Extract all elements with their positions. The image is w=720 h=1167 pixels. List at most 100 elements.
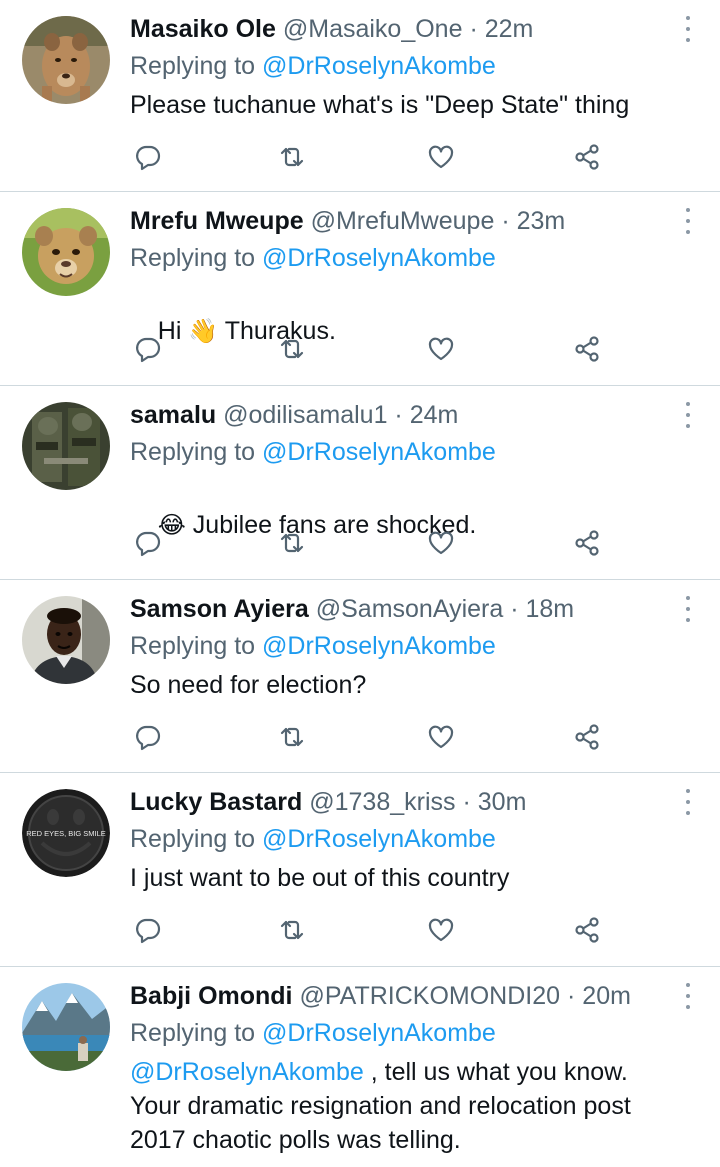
- share-nodes-icon[interactable]: [572, 334, 602, 364]
- avatar[interactable]: RED EYES, BIG SMILE: [22, 789, 110, 877]
- display-name[interactable]: samalu: [130, 401, 216, 429]
- tweet-header: Lucky Bastard @1738_kriss · 30m: [130, 785, 526, 819]
- retweet-arrows-icon[interactable]: [277, 722, 307, 752]
- lion-cub-avatar-image: [22, 208, 110, 296]
- soldier-avatar-image: [22, 402, 110, 490]
- vertical-ellipsis-icon[interactable]: [684, 789, 692, 815]
- replying-prefix: Replying to: [130, 244, 256, 272]
- replying-to: Replying to @DrRoselynAkombe: [130, 435, 496, 469]
- separator-dot: ·: [469, 15, 478, 43]
- share-nodes-icon[interactable]: [572, 722, 602, 752]
- avatar-text: RED EYES, BIG SMILE: [26, 829, 106, 838]
- comment-bubble-icon[interactable]: [133, 334, 163, 364]
- replying-to: Replying to @DrRoselynAkombe: [130, 49, 496, 83]
- user-handle[interactable]: @odilisamalu1: [223, 401, 387, 429]
- vertical-ellipsis-icon[interactable]: [684, 402, 692, 428]
- avatar[interactable]: [22, 596, 110, 684]
- user-handle[interactable]: @MrefuMweupe: [311, 207, 495, 235]
- heart-icon[interactable]: [426, 142, 456, 172]
- replying-prefix: Replying to: [130, 438, 256, 466]
- vertical-ellipsis-icon[interactable]: [684, 16, 692, 42]
- tweet-text: Please tuchanue what's is "Deep State" t…: [130, 88, 700, 122]
- timestamp[interactable]: 23m: [517, 207, 566, 235]
- heart-icon[interactable]: [426, 722, 456, 752]
- separator-dot: ·: [501, 207, 510, 235]
- comment-bubble-icon[interactable]: [133, 528, 163, 558]
- tweet[interactable]: Samson Ayiera @SamsonAyiera · 18m Replyi…: [0, 580, 720, 773]
- tweet-text-content: Please tuchanue what's is "Deep State" t…: [130, 91, 630, 119]
- tweet-text-line2: Your dramatic resignation and relocation…: [130, 1092, 631, 1120]
- separator-dot: ·: [510, 595, 519, 623]
- replying-mention-link[interactable]: @DrRoselynAkombe: [262, 52, 496, 80]
- retweet-arrows-icon[interactable]: [277, 528, 307, 558]
- user-handle[interactable]: @SamsonAyiera: [316, 595, 504, 623]
- mountain-lake-avatar-image: [22, 983, 110, 1071]
- display-name[interactable]: Babji Omondi: [130, 982, 293, 1010]
- tweet-text: I just want to be out of this country: [130, 861, 700, 895]
- tweet-text-content: So need for election?: [130, 671, 367, 699]
- avatar[interactable]: [22, 16, 110, 104]
- person-avatar-image: [22, 596, 110, 684]
- tweet[interactable]: samalu @odilisamalu1 · 24m Replying to @…: [0, 386, 720, 580]
- user-handle[interactable]: @Masaiko_One: [283, 15, 463, 43]
- timestamp[interactable]: 18m: [525, 595, 574, 623]
- replying-to: Replying to @DrRoselynAkombe: [130, 241, 496, 275]
- tweet-header: Mrefu Mweupe @MrefuMweupe · 23m: [130, 204, 565, 238]
- replying-prefix: Replying to: [130, 825, 256, 853]
- display-name[interactable]: Samson Ayiera: [130, 595, 309, 623]
- user-handle[interactable]: @1738_kriss: [309, 788, 455, 816]
- separator-dot: ·: [394, 401, 403, 429]
- display-name[interactable]: Mrefu Mweupe: [130, 207, 304, 235]
- timestamp[interactable]: 30m: [478, 788, 527, 816]
- tweet-text-line1: , tell us what you know.: [363, 1058, 628, 1086]
- replying-mention-link[interactable]: @DrRoselynAkombe: [262, 632, 496, 660]
- comment-bubble-icon[interactable]: [133, 915, 163, 945]
- tweet-actions: [0, 915, 720, 945]
- display-name[interactable]: Masaiko Ole: [130, 15, 276, 43]
- vertical-ellipsis-icon[interactable]: [684, 208, 692, 234]
- heart-icon[interactable]: [426, 334, 456, 364]
- vertical-ellipsis-icon[interactable]: [684, 983, 692, 1009]
- avatar[interactable]: [22, 402, 110, 490]
- timestamp[interactable]: 20m: [582, 982, 631, 1010]
- separator-dot: ·: [567, 982, 576, 1010]
- tweet-text-content: I just want to be out of this country: [130, 864, 510, 892]
- replying-prefix: Replying to: [130, 52, 256, 80]
- user-handle[interactable]: @PATRICKOMONDI20: [299, 982, 560, 1010]
- heart-icon[interactable]: [426, 915, 456, 945]
- tweet[interactable]: Mrefu Mweupe @MrefuMweupe · 23m Replying…: [0, 192, 720, 386]
- replying-mention-link[interactable]: @DrRoselynAkombe: [262, 244, 496, 272]
- replying-mention-link[interactable]: @DrRoselynAkombe: [262, 1019, 496, 1047]
- separator-dot: ·: [462, 788, 471, 816]
- comment-bubble-icon[interactable]: [133, 142, 163, 172]
- comment-bubble-icon[interactable]: [133, 722, 163, 752]
- display-name[interactable]: Lucky Bastard: [130, 788, 302, 816]
- replying-mention-link[interactable]: @DrRoselynAkombe: [262, 825, 496, 853]
- retweet-arrows-icon[interactable]: [277, 915, 307, 945]
- share-nodes-icon[interactable]: [572, 915, 602, 945]
- tweet-header: samalu @odilisamalu1 · 24m: [130, 398, 458, 432]
- avatar[interactable]: [22, 983, 110, 1071]
- tweet[interactable]: RED EYES, BIG SMILE Lucky Bastard @1738_…: [0, 773, 720, 967]
- heart-icon[interactable]: [426, 528, 456, 558]
- timestamp[interactable]: 22m: [485, 15, 534, 43]
- lioness-avatar-image: [22, 16, 110, 104]
- retweet-arrows-icon[interactable]: [277, 142, 307, 172]
- timestamp[interactable]: 24m: [410, 401, 459, 429]
- tweet-actions: [0, 722, 720, 752]
- replying-prefix: Replying to: [130, 632, 256, 660]
- share-nodes-icon[interactable]: [572, 142, 602, 172]
- replying-mention-link[interactable]: @DrRoselynAkombe: [262, 438, 496, 466]
- tweet-text: So need for election?: [130, 668, 700, 702]
- share-nodes-icon[interactable]: [572, 528, 602, 558]
- tweet[interactable]: Masaiko Ole @Masaiko_One · 22m Replying …: [0, 0, 720, 192]
- tweet-text-line3: 2017 chaotic polls was telling.: [130, 1126, 461, 1154]
- tweet-header: Babji Omondi @PATRICKOMONDI20 · 20m: [130, 979, 631, 1013]
- vertical-ellipsis-icon[interactable]: [684, 596, 692, 622]
- body-mention-link[interactable]: @DrRoselynAkombe: [130, 1058, 364, 1086]
- retweet-arrows-icon[interactable]: [277, 334, 307, 364]
- tweet[interactable]: Babji Omondi @PATRICKOMONDI20 · 20m Repl…: [0, 967, 720, 1167]
- tweet-header: Masaiko Ole @Masaiko_One · 22m: [130, 12, 533, 46]
- avatar[interactable]: [22, 208, 110, 296]
- replying-to: Replying to @DrRoselynAkombe: [130, 822, 496, 856]
